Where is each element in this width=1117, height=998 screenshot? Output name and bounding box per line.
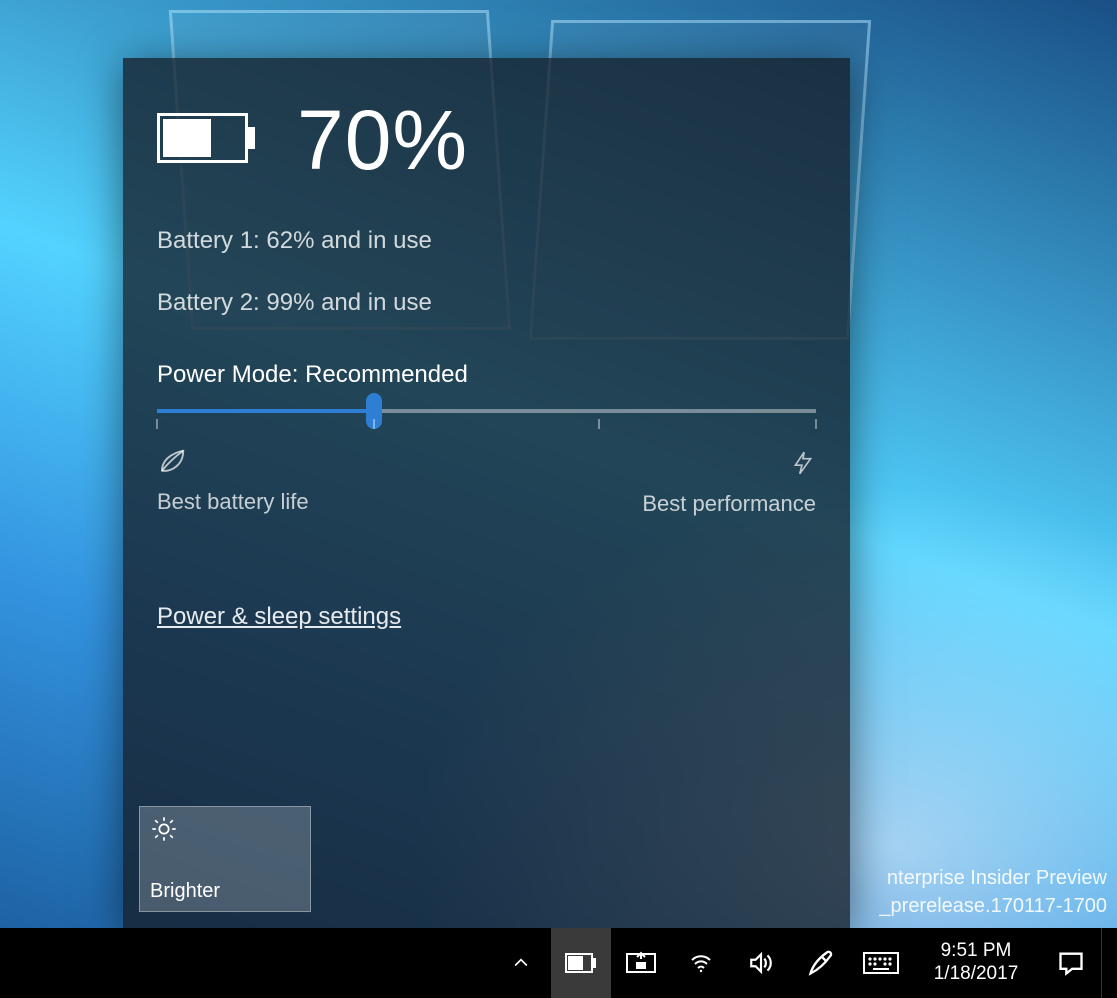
- slider-right-label: Best performance: [642, 491, 816, 517]
- keyboard-tray-icon[interactable]: [851, 928, 911, 998]
- slider-tick: [373, 419, 375, 429]
- battery-hero: 70%: [157, 92, 816, 189]
- battery-percentage: 70%: [297, 92, 468, 189]
- windows-watermark: nterprise Insider Preview _prerelease.17…: [879, 864, 1107, 920]
- slider-left-label: Best battery life: [157, 489, 309, 515]
- battery-icon: [157, 113, 257, 168]
- sun-icon: [150, 815, 300, 848]
- lightning-icon: [790, 447, 816, 491]
- tray-overflow-button[interactable]: [491, 928, 551, 998]
- brightness-tile[interactable]: Brighter: [139, 806, 311, 912]
- action-center-icon[interactable]: [1041, 928, 1101, 998]
- slider-fill: [157, 409, 374, 413]
- watermark-line: nterprise Insider Preview: [879, 864, 1107, 892]
- show-desktop-button[interactable]: [1101, 928, 1111, 998]
- taskbar-time: 9:51 PM: [941, 940, 1012, 963]
- battery1-status: Battery 1: 62% and in use: [157, 227, 816, 255]
- volume-tray-icon[interactable]: [731, 928, 791, 998]
- battery-tray-icon[interactable]: [551, 928, 611, 998]
- slider-tick: [156, 419, 158, 429]
- power-sleep-settings-link[interactable]: Power & sleep settings: [157, 603, 401, 631]
- taskbar-date: 1/18/2017: [934, 963, 1019, 986]
- battery2-status: Battery 2: 99% and in use: [157, 289, 816, 317]
- brightness-tile-label: Brighter: [150, 880, 300, 903]
- taskbar: 9:51 PM 1/18/2017: [0, 928, 1117, 998]
- slider-tick: [815, 419, 817, 429]
- power-mode-label: Power Mode: Recommended: [157, 361, 816, 389]
- leaf-icon: [157, 447, 187, 489]
- battery-flyout: 70% Battery 1: 62% and in use Battery 2:…: [123, 58, 850, 928]
- best-performance-label: Best performance: [642, 447, 816, 517]
- taskbar-clock[interactable]: 9:51 PM 1/18/2017: [911, 928, 1041, 998]
- pen-tray-icon[interactable]: [791, 928, 851, 998]
- watermark-line: _prerelease.170117-1700: [879, 892, 1107, 920]
- project-tray-icon[interactable]: [611, 928, 671, 998]
- power-mode-slider[interactable]: [157, 409, 816, 433]
- slider-tick: [598, 419, 600, 429]
- slider-track: [157, 409, 816, 413]
- slider-end-labels: Best battery life Best performance: [157, 447, 816, 517]
- wifi-tray-icon[interactable]: [671, 928, 731, 998]
- best-battery-life-label: Best battery life: [157, 447, 309, 517]
- slider-ticks: [157, 419, 816, 433]
